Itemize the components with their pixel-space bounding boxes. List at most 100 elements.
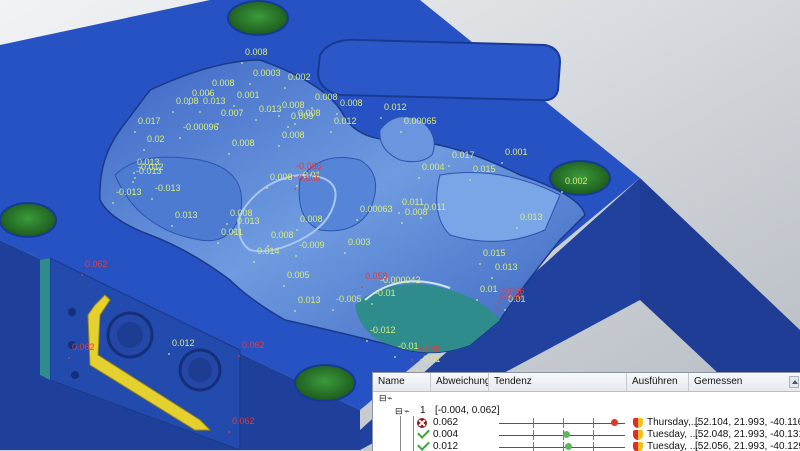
deviation-label-ok[interactable]: 0.00065	[404, 116, 437, 126]
probe-point-marker	[561, 191, 563, 193]
deviation-label-ok[interactable]: 0.002	[565, 176, 588, 186]
probe-point-marker	[420, 217, 422, 219]
probe-point-marker	[501, 162, 503, 164]
deviation-label-ok[interactable]: 0.008	[270, 172, 293, 182]
corner-hole-bottom	[294, 364, 356, 402]
deviation-label-ok[interactable]: -0.01	[420, 354, 441, 364]
deviation-label-ok[interactable]: 0.008	[300, 214, 323, 224]
deviation-label-fail[interactable]: 0.062	[85, 259, 108, 269]
tree-root-row[interactable]: ⊟ ⌁	[373, 392, 800, 404]
trend-tick	[533, 430, 534, 440]
collapse-icon[interactable]: ⊟	[379, 392, 387, 404]
deviation-label-ok[interactable]: 0.008	[230, 208, 253, 218]
deviation-label-ok[interactable]: 0.013	[495, 262, 518, 272]
probe-point-marker	[266, 187, 268, 189]
trend-curve-icon: ⌁	[387, 393, 393, 403]
deviation-label-ok[interactable]: 0.003	[348, 237, 371, 247]
deviation-label-ok[interactable]: 0.008	[245, 47, 268, 57]
deviation-label-ok[interactable]: 0.004	[422, 162, 445, 172]
deviation-label-ok[interactable]: 0.012	[172, 338, 195, 348]
deviation-label-ok[interactable]: 0.007	[221, 108, 244, 118]
corner-hole-top	[227, 0, 289, 36]
tree-group-row[interactable]: ⊟ ⌁ 1 [-0.004, 0.062]	[373, 405, 800, 417]
probe-point-marker	[491, 277, 493, 279]
deviation-label-ok[interactable]: -0.005	[336, 294, 362, 304]
deviation-label-fail[interactable]: -0.068	[415, 344, 441, 354]
probe-point-marker	[496, 307, 498, 309]
deviation-label-ok[interactable]: 0.013	[175, 210, 198, 220]
deviation-label-ok[interactable]: -0.012	[370, 325, 396, 335]
deviation-label-ok[interactable]: 0.008	[282, 130, 305, 140]
deviation-label-ok[interactable]: -0.00096	[183, 122, 219, 132]
deviation-label-ok[interactable]: 0.002	[288, 72, 311, 82]
deviation-label-ok[interactable]: -0.013	[116, 187, 142, 197]
deviation-label-ok[interactable]: 0.011	[402, 197, 424, 207]
deviation-label-ok[interactable]: 0.017	[138, 116, 161, 126]
probe-point-marker	[398, 212, 400, 214]
deviation-label-ok[interactable]: 0.013	[298, 295, 321, 305]
deviation-label-ok[interactable]: -0.009	[299, 240, 325, 250]
deviation-label-ok[interactable]: 0.012	[334, 116, 357, 126]
deviation-label-ok[interactable]: 0.009	[291, 111, 314, 121]
deviation-label-fail[interactable]: 0.058	[365, 271, 388, 281]
probe-point-marker	[278, 115, 280, 117]
deviation-label-ok[interactable]: 0.01	[480, 284, 498, 294]
deviation-label-ok[interactable]: 0.02	[147, 134, 165, 144]
deviation-label-ok[interactable]: 0.013	[259, 104, 282, 114]
deviation-label-ok[interactable]: 0.014	[257, 246, 280, 256]
trend-tick	[533, 418, 534, 428]
deviation-label-ok[interactable]: -0.01	[375, 288, 396, 298]
deviation-label-ok[interactable]: 0.015	[483, 248, 506, 258]
deviation-label-fail[interactable]: 0.062	[232, 416, 255, 426]
col-header-deviation[interactable]: Abweichung	[431, 373, 489, 391]
deviation-label-ok[interactable]: 0.011	[221, 227, 243, 237]
deviation-label-ok[interactable]: 0.001	[237, 90, 260, 100]
collapse-icon[interactable]: ⊟	[395, 405, 403, 417]
trend-axis	[499, 435, 625, 436]
deviation-label-ok[interactable]: 0.013	[520, 212, 543, 222]
trend-marker	[563, 431, 570, 438]
scroll-up-icon[interactable]	[789, 376, 799, 388]
deviation-label-fail[interactable]: -0.066	[296, 161, 322, 171]
probe-point-marker	[134, 177, 136, 179]
deviation-label-ok[interactable]: 0.008	[405, 207, 428, 217]
probe-point-marker	[133, 172, 135, 174]
deviation-label-fail[interactable]: 0.062	[72, 342, 95, 352]
deviation-label-ok[interactable]: 0.008	[212, 78, 235, 88]
deviation-label-ok[interactable]: 0.008	[340, 98, 363, 108]
deviation-label-fail[interactable]: 0.062	[242, 340, 265, 350]
col-header-trend[interactable]: Tendenz	[489, 373, 627, 391]
deviation-label-ok[interactable]: -0.012	[138, 162, 164, 172]
measurement-results-panel[interactable]: Name Abweichung Tendenz Ausführen Gemess…	[372, 372, 800, 451]
probe-point-marker	[296, 229, 298, 231]
probe-point-marker	[253, 261, 255, 263]
probe-point-marker	[179, 137, 181, 139]
deviation-label-ok[interactable]: 0.017	[452, 150, 475, 160]
result-row[interactable]: 0.062 Thursday,... [52.104, 21.993, -40.11…	[373, 417, 800, 429]
probe-point-marker	[284, 87, 286, 89]
deviation-label-fail[interactable]: 0.066	[298, 173, 321, 183]
result-row[interactable]: 0.004 Tuesday, ... [52.048, 21.993, -40.13…	[373, 426, 800, 441]
col-header-name[interactable]: Name	[373, 373, 431, 391]
col-header-measured[interactable]: Gemessen	[689, 373, 800, 391]
deviation-label-ok[interactable]: -0.013	[155, 183, 181, 193]
col-header-execute[interactable]: Ausführen	[627, 373, 689, 391]
deviation-label-ok[interactable]: 0.008	[176, 96, 199, 106]
deviation-label-ok[interactable]: 0.008	[271, 230, 294, 240]
deviation-label-ok[interactable]: 0.00063	[360, 204, 393, 214]
deviation-label-ok[interactable]: 0.005	[287, 270, 310, 280]
deviation-label-ok[interactable]: 0.015	[473, 164, 496, 174]
probe-point-marker	[278, 145, 280, 147]
group-range: [-0.004, 0.062]	[435, 405, 500, 416]
deviation-label-ok[interactable]: 0.008	[232, 138, 255, 148]
deviation-label-fail[interactable]: 0.058	[500, 292, 523, 302]
probe-point-marker	[226, 223, 228, 225]
deviation-label-ok[interactable]: 0.001	[505, 147, 528, 157]
deviation-label-ok[interactable]: 0.0003	[253, 68, 281, 78]
deviation-label-ok[interactable]: 0.008	[315, 92, 338, 102]
pass-status-icon	[417, 438, 430, 451]
corner-hole-left	[0, 202, 57, 238]
deviation-label-ok[interactable]: 0.013	[203, 96, 226, 106]
probe-point-marker	[366, 340, 368, 342]
deviation-label-ok[interactable]: 0.012	[384, 102, 407, 112]
